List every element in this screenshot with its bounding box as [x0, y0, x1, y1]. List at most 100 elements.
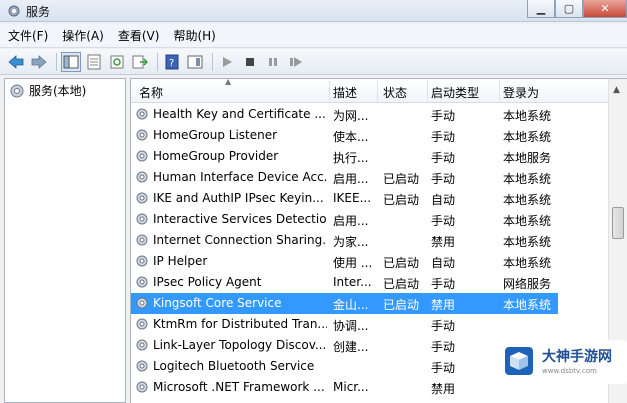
- service-description: 启用...: [333, 214, 369, 228]
- column-divider[interactable]: [377, 81, 378, 101]
- service-startup-type: 手动: [431, 109, 456, 123]
- action-pane-button[interactable]: [185, 52, 205, 72]
- column-header-description[interactable]: 描述: [333, 84, 357, 101]
- service-row[interactable]: IP Helper 使用 ... 已启动 自动 本地系统: [131, 251, 607, 272]
- sort-ascending-icon: ▲: [225, 78, 232, 86]
- refresh-icon: [110, 55, 124, 68]
- menu-file[interactable]: 文件(F): [2, 27, 54, 44]
- service-name: Kingsoft Core Service: [153, 296, 282, 310]
- show-hide-tree-button[interactable]: [61, 51, 81, 72]
- play-icon: [223, 56, 232, 67]
- service-name: HomeGroup Listener: [153, 128, 278, 142]
- refresh-button[interactable]: [107, 52, 127, 72]
- column-header-row: ▲ 名称 描述 状态 启动类型 登录为: [131, 79, 627, 103]
- properties-button[interactable]: [84, 52, 104, 72]
- service-gear-icon: [135, 359, 149, 376]
- tree-item-label: 服务(本地): [29, 84, 87, 98]
- stop-service-button[interactable]: [240, 52, 260, 72]
- service-startup-type: 禁用: [431, 235, 456, 249]
- service-name: HomeGroup Provider: [153, 149, 279, 163]
- service-name: Microsoft .NET Framework ...: [153, 380, 325, 394]
- service-row[interactable]: IKE and AuthIP IPsec Keyin... IKEE... 已启动自…: [131, 188, 607, 209]
- service-description: 使本...: [333, 130, 369, 144]
- service-row[interactable]: Health Key and Certificate ... 为网... 手动 本地系…: [131, 104, 607, 125]
- service-name: Link-Layer Topology Discov...: [153, 338, 327, 352]
- service-logon-as: 本地系统: [503, 298, 552, 312]
- column-header-logon-as[interactable]: 登录为: [503, 84, 539, 101]
- service-row[interactable]: Human Interface Device Acc... 启用... 已启动 手动 本…: [131, 167, 607, 188]
- toolbar-separator: [56, 52, 57, 71]
- back-icon: [8, 54, 24, 69]
- service-startup-type: 手动: [431, 130, 456, 144]
- service-row[interactable]: HomeGroup Listener 使本... 手动 本地系统: [131, 125, 607, 146]
- service-name: Interactive Services Detection: [153, 212, 327, 226]
- column-header-name[interactable]: 名称: [139, 84, 163, 101]
- service-logon-as: 本地系统: [503, 214, 552, 228]
- service-name: IP Helper: [153, 254, 208, 268]
- start-service-button[interactable]: [217, 52, 237, 72]
- service-description: IKEE...: [333, 191, 372, 205]
- service-name: Health Key and Certificate ...: [153, 107, 326, 121]
- service-status: 已启动: [383, 277, 420, 291]
- service-row[interactable]: HomeGroup Provider 执行... 手动 本地服务: [131, 146, 607, 167]
- minimize-button[interactable]: ▁: [527, 0, 555, 18]
- service-row[interactable]: Interactive Services Detection 启用... 手动 本地系…: [131, 209, 607, 230]
- service-startup-type: 禁用: [431, 382, 456, 396]
- forward-button[interactable]: [29, 52, 49, 72]
- column-header-startup-type[interactable]: 启动类型: [431, 84, 479, 101]
- close-button[interactable]: ✕: [583, 0, 627, 18]
- maximize-button[interactable]: ▢: [555, 0, 583, 18]
- service-logon-as: 本地系统: [503, 109, 552, 123]
- column-header-status[interactable]: 状态: [383, 84, 407, 101]
- service-startup-type: 手动: [431, 214, 456, 228]
- help-button[interactable]: ?: [162, 52, 182, 72]
- toolbar-separator: [157, 52, 158, 71]
- service-gear-icon: [135, 107, 149, 124]
- service-startup-type: 手动: [431, 361, 456, 375]
- restart-icon: [290, 56, 302, 67]
- service-gear-icon: [135, 296, 149, 313]
- column-divider[interactable]: [329, 81, 330, 101]
- service-startup-type: 禁用: [431, 298, 456, 312]
- service-row[interactable]: Kingsoft Core Service 金山... 已启动 禁用 本地系统: [131, 293, 558, 314]
- service-gear-icon: [135, 128, 149, 145]
- window-controls: ▁ ▢ ✕: [527, 0, 627, 20]
- service-description: 执行...: [333, 151, 369, 165]
- service-gear-icon: [135, 275, 149, 292]
- service-gear-icon: [135, 317, 149, 334]
- pause-service-button[interactable]: [263, 52, 283, 72]
- service-gear-icon: [135, 212, 149, 229]
- service-gear-icon: [135, 170, 149, 187]
- service-name: Human Interface Device Acc...: [153, 170, 327, 184]
- service-row[interactable]: IPsec Policy Agent Inter... 已启动 手动 网络服务: [131, 272, 607, 293]
- service-logon-as: 本地系统: [503, 172, 552, 186]
- menu-action[interactable]: 操作(A): [56, 27, 110, 44]
- service-startup-type: 手动: [431, 340, 456, 354]
- service-name: IKE and AuthIP IPsec Keyin...: [153, 191, 324, 205]
- title-bar: 服务 ▁ ▢ ✕: [0, 0, 627, 22]
- svg-text:?: ?: [169, 58, 174, 69]
- service-gear-icon: [135, 338, 149, 355]
- service-logon-as: 本地服务: [503, 151, 552, 165]
- menu-help[interactable]: 帮助(H): [167, 27, 221, 44]
- column-divider[interactable]: [499, 81, 500, 101]
- service-description: 使用 ...: [333, 256, 373, 270]
- toolbar: ?: [0, 49, 627, 75]
- service-row[interactable]: KtmRm for Distributed Tran... 协调... 手动: [131, 314, 607, 335]
- tree-item-services-local[interactable]: 服务(本地): [9, 82, 86, 99]
- service-name: Logitech Bluetooth Service: [153, 359, 315, 373]
- service-startup-type: 自动: [431, 193, 456, 207]
- service-description: Micr...: [333, 380, 369, 394]
- service-row[interactable]: Internet Connection Sharing... 为家... 禁用 本地系…: [131, 230, 607, 251]
- restart-service-button[interactable]: [286, 52, 306, 72]
- back-button[interactable]: [6, 52, 26, 72]
- scrollbar-thumb[interactable]: [612, 207, 624, 239]
- menu-view[interactable]: 查看(V): [112, 27, 166, 44]
- scroll-up-icon[interactable]: ▲: [613, 85, 620, 95]
- service-gear-icon: [135, 380, 149, 397]
- export-button[interactable]: [130, 52, 150, 72]
- service-description: 为网...: [333, 109, 369, 123]
- column-divider[interactable]: [427, 81, 428, 101]
- service-gear-icon: [135, 254, 149, 271]
- watermark-url: www.dsbtv.com: [542, 367, 597, 375]
